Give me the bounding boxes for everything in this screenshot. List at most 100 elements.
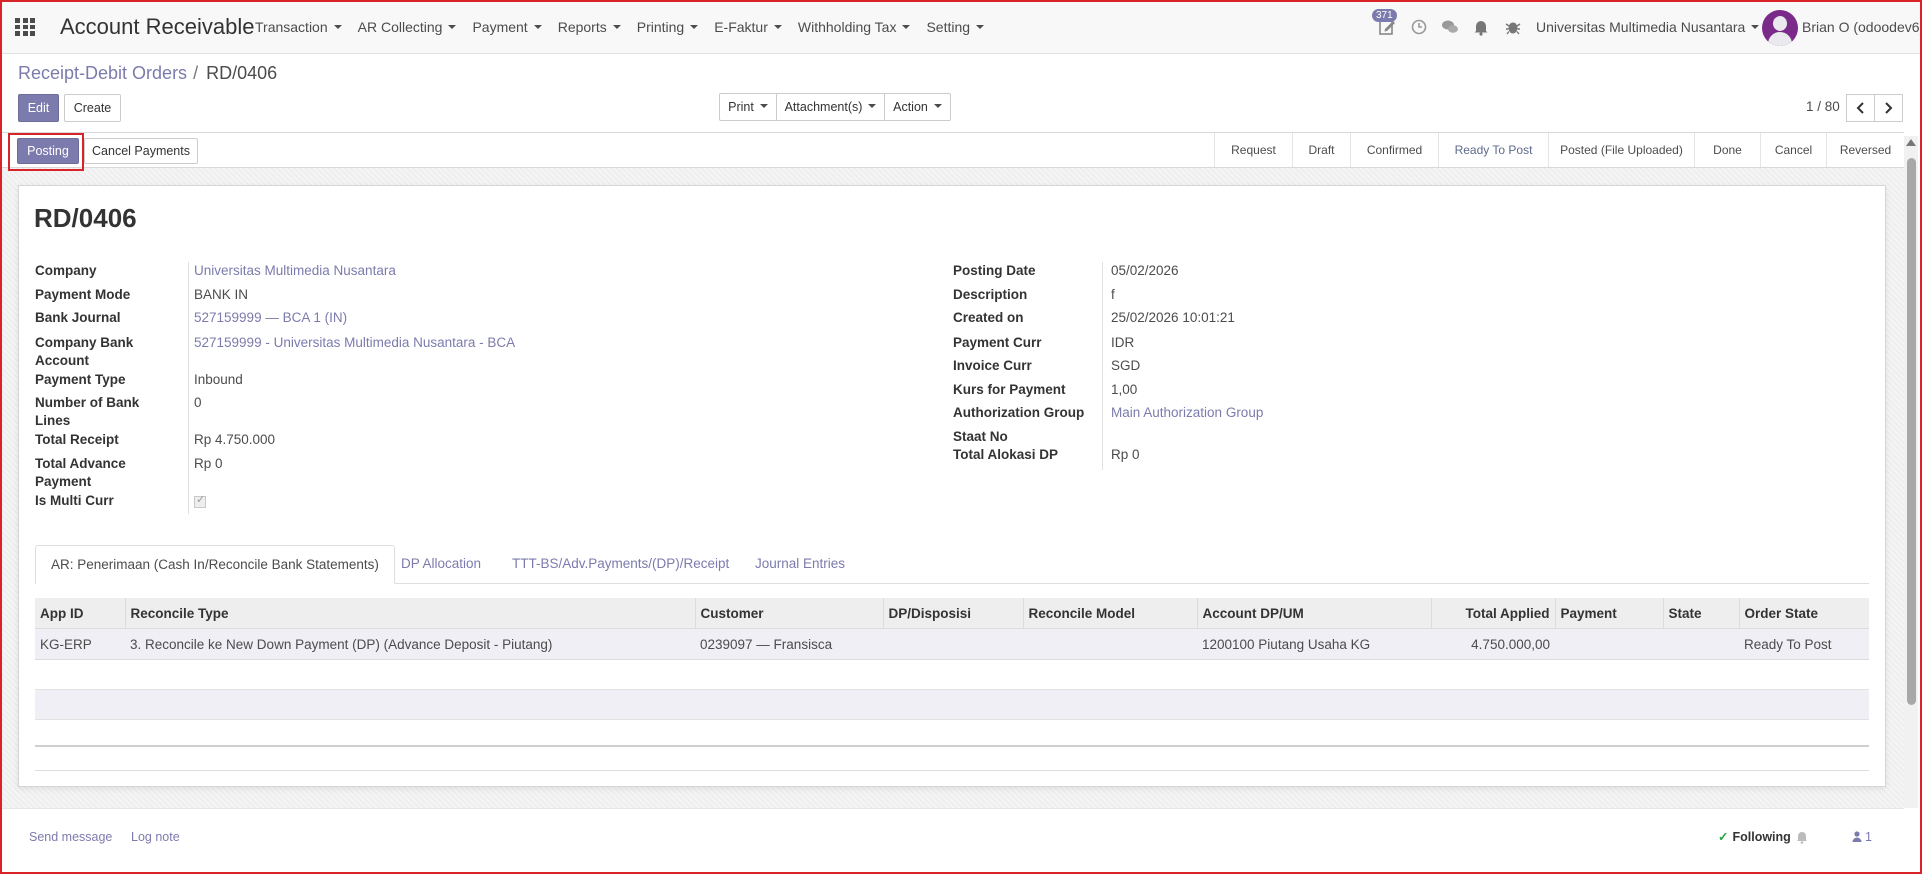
following-button[interactable]: ✓ Following [1718, 829, 1791, 844]
check-icon: ✓ [1718, 830, 1729, 844]
followers-count[interactable]: 1 [1852, 830, 1872, 844]
record-title: RD/0406 [34, 203, 137, 233]
pager-previous-button[interactable] [1846, 94, 1875, 122]
left-group-divider [188, 262, 189, 514]
breadcrumb-parent[interactable]: Receipt-Debit Orders [18, 63, 187, 83]
value-description: f [1111, 287, 1115, 302]
col-payment[interactable]: Payment [1554, 598, 1663, 629]
menu-efaktur[interactable]: E-Faktur [714, 19, 782, 35]
chat-icon[interactable] [1441, 18, 1459, 36]
col-reconcile-model[interactable]: Reconcile Model [1022, 598, 1197, 629]
value-total-alokasi-dp: Rp 0 [1111, 447, 1140, 462]
menu-ar-collecting[interactable]: AR Collecting [358, 19, 457, 35]
stage-reversed[interactable]: Reversed [1826, 133, 1904, 167]
bell-icon[interactable] [1472, 18, 1490, 36]
stage-request[interactable]: Request [1214, 133, 1292, 167]
value-total-advance-payment: Rp 0 [194, 456, 223, 471]
col-total-applied[interactable]: Total Applied [1430, 598, 1555, 629]
log-note-link[interactable]: Log note [131, 830, 180, 844]
breadcrumb-current: RD/0406 [206, 63, 278, 83]
label-invoice-curr: Invoice Curr [953, 358, 1032, 373]
table-empty-row [35, 660, 1869, 690]
print-dropdown[interactable]: Print [719, 93, 777, 121]
notification-badge: 371 [1372, 9, 1397, 22]
value-posting-date: 05/02/2026 [1111, 263, 1179, 278]
scrollbar-thumb[interactable] [1907, 158, 1916, 705]
value-company-bank-account[interactable]: 527159999 - Universitas Multimedia Nusan… [194, 334, 515, 352]
action-dropdown[interactable]: Action [884, 93, 951, 121]
label-number-bank-lines: Number of Bank Lines [35, 395, 140, 428]
stage-ready-to-post[interactable]: Ready To Post [1438, 133, 1548, 167]
pager-value[interactable]: 1 / 80 [1806, 99, 1840, 114]
app-title: Account Receivable [60, 14, 255, 39]
col-reconcile-type[interactable]: Reconcile Type [124, 598, 695, 629]
pager-next-button[interactable] [1874, 94, 1903, 122]
value-payment-curr: IDR [1111, 335, 1135, 350]
stage-cancel[interactable]: Cancel [1760, 133, 1826, 167]
label-kurs-for-payment: Kurs for Payment [953, 382, 1066, 397]
value-created-on: 25/02/2026 10:01:21 [1111, 310, 1235, 325]
table-row[interactable]: KG-ERP 3. Reconcile ke New Down Payment … [35, 628, 1869, 660]
attachments-dropdown[interactable]: Attachment(s) [776, 93, 885, 121]
menu-reports[interactable]: Reports [558, 19, 621, 35]
col-customer[interactable]: Customer [694, 598, 883, 629]
label-posting-date: Posting Date [953, 263, 1036, 278]
edit-button[interactable]: Edit [18, 94, 59, 122]
menu-transaction[interactable]: Transaction [255, 19, 342, 35]
cancel-payments-button[interactable]: Cancel Payments [84, 138, 198, 164]
send-message-link[interactable]: Send message [29, 830, 112, 844]
value-company[interactable]: Universitas Multimedia Nusantara [194, 262, 396, 280]
tab-ar-penerimaan[interactable]: AR: Penerimaan (Cash In/Reconcile Bank S… [35, 545, 395, 584]
breadcrumb-separator: / [193, 63, 199, 83]
cell-reconcile-type: 3. Reconcile ke New Down Payment (DP) (A… [125, 628, 695, 660]
label-created-on: Created on [953, 310, 1024, 325]
lines-table: App ID Reconcile Type Customer DP/Dispos… [35, 598, 1869, 749]
stage-draft[interactable]: Draft [1292, 133, 1350, 167]
cell-reconcile-model [1023, 628, 1197, 660]
is-multi-curr-checkbox [194, 493, 206, 508]
apps-grid-icon[interactable] [15, 18, 35, 36]
user-icon [1852, 831, 1862, 842]
col-order-state[interactable]: Order State [1738, 598, 1869, 629]
label-company: Company [35, 263, 97, 278]
menu-withholding-tax[interactable]: Withholding Tax [798, 19, 911, 35]
company-switcher[interactable]: Universitas Multimedia Nusantara [1536, 19, 1760, 35]
chatter-panel [2, 808, 1904, 872]
value-payment-type: Inbound [194, 372, 243, 387]
label-total-advance-payment: Total Advance Payment [35, 456, 126, 489]
table-footer-line [35, 745, 1869, 747]
label-payment-mode: Payment Mode [35, 287, 131, 302]
follow-bell-icon[interactable] [1796, 830, 1808, 844]
scroll-up-arrow-icon[interactable] [1906, 139, 1916, 146]
clock-icon[interactable] [1410, 18, 1428, 36]
tab-dp-allocation[interactable]: DP Allocation [401, 545, 481, 584]
debug-bug-icon[interactable] [1504, 18, 1522, 36]
stage-confirmed[interactable]: Confirmed [1350, 133, 1438, 167]
value-total-receipt: Rp 4.750.000 [194, 432, 276, 447]
menu-payment[interactable]: Payment [472, 19, 542, 35]
posting-highlight-box [8, 133, 84, 171]
value-bank-journal[interactable]: 527159999 — BCA 1 (IN) [194, 309, 347, 327]
col-dp-disposisi[interactable]: DP/Disposisi [882, 598, 1023, 629]
user-menu[interactable]: Brian O (odoodev6) [1802, 19, 1922, 35]
tab-ttt-bs-adv-payments[interactable]: TTT-BS/Adv.Payments/(DP)/Receipt [512, 545, 729, 584]
value-kurs-for-payment: 1,00 [1111, 382, 1138, 397]
col-app-id[interactable]: App ID [35, 598, 125, 629]
table-empty-row [35, 689, 1869, 720]
top-navbar: Account Receivable Transaction AR Collec… [0, 0, 1922, 54]
col-account-dp-um[interactable]: Account DP/UM [1196, 598, 1431, 629]
value-payment-mode: BANK IN [194, 287, 249, 302]
create-button[interactable]: Create [64, 94, 121, 122]
tab-journal-entries[interactable]: Journal Entries [755, 545, 845, 584]
menu-printing[interactable]: Printing [637, 19, 699, 35]
col-state[interactable]: State [1662, 598, 1739, 629]
menu-setting[interactable]: Setting [926, 19, 985, 35]
label-payment-type: Payment Type [35, 372, 126, 387]
value-number-bank-lines: 0 [194, 395, 202, 410]
chevron-left-icon [1856, 102, 1864, 114]
user-avatar[interactable] [1762, 10, 1798, 46]
value-authorization-group[interactable]: Main Authorization Group [1111, 404, 1263, 422]
stage-posted-file-uploaded[interactable]: Posted (File Uploaded) [1548, 133, 1694, 167]
stage-done[interactable]: Done [1694, 133, 1760, 167]
cell-payment [1555, 628, 1663, 660]
